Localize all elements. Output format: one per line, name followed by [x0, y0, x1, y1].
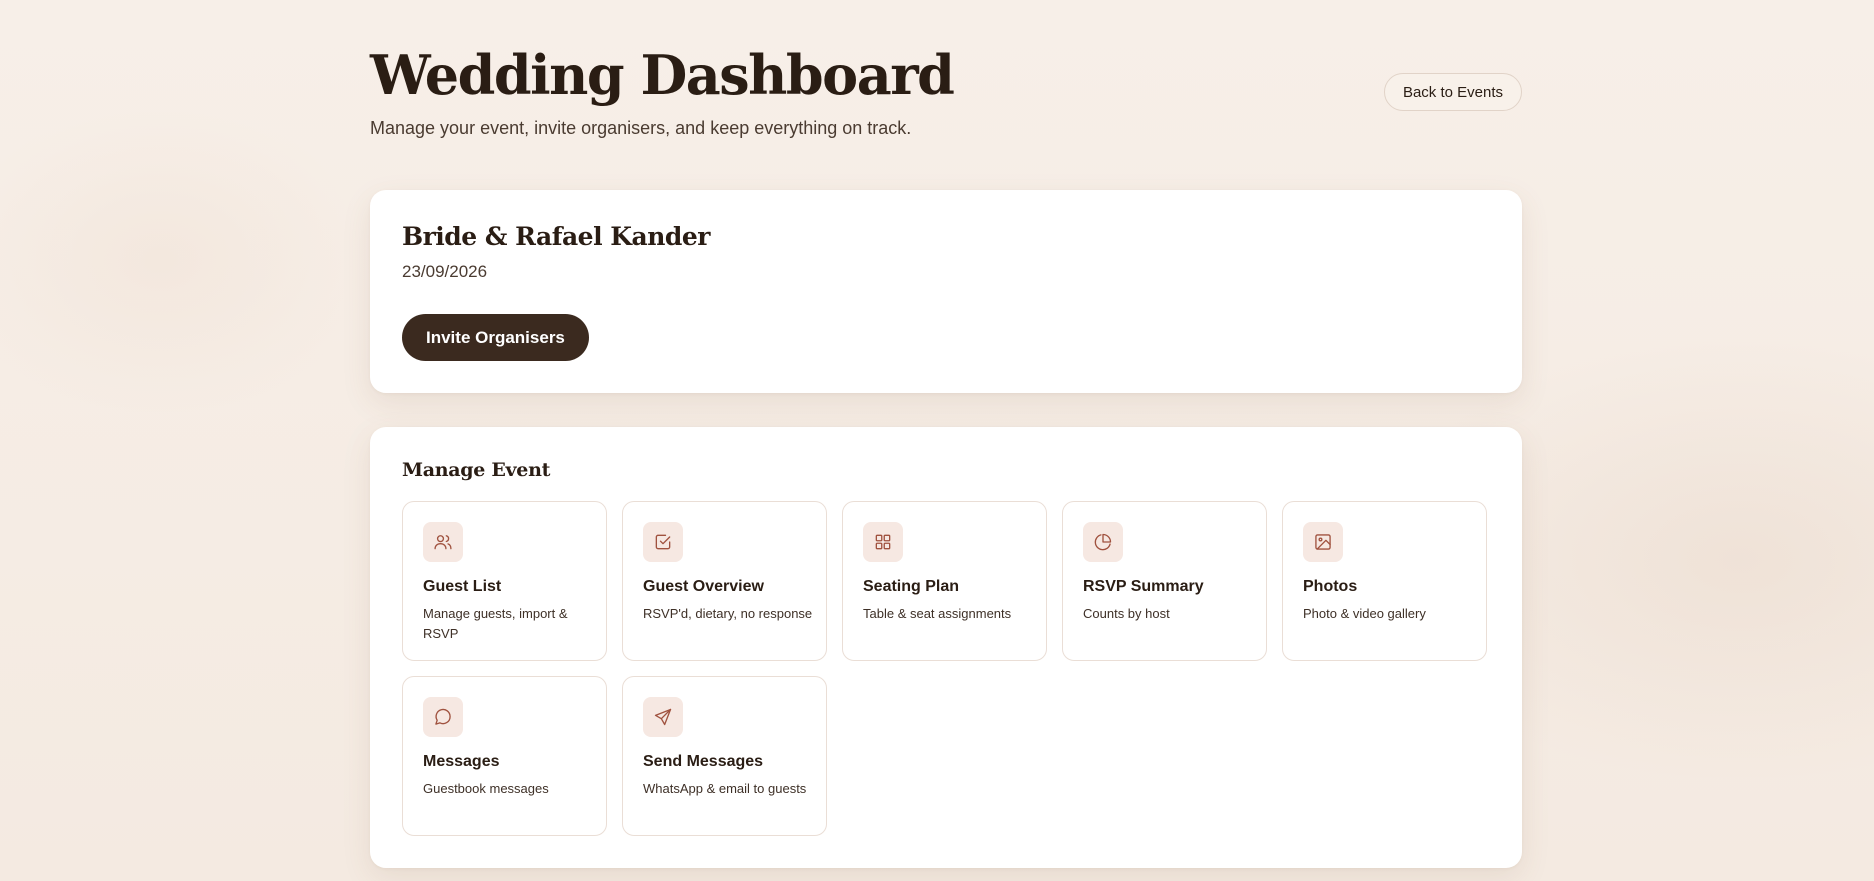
tile-title: Send Messages — [643, 753, 764, 770]
event-name: Bride & Rafael Kander — [402, 222, 710, 251]
dashboard-page: Wedding Dashboard Manage your event, inv… — [370, 0, 1522, 868]
tile-messages[interactable]: Messages Guestbook messages — [402, 676, 607, 836]
users-icon — [423, 522, 463, 562]
manage-event-card: Manage Event Guest List Manage guests, i… — [370, 427, 1522, 868]
tile-seating-plan[interactable]: Seating Plan Table & seat assignments — [842, 501, 1047, 661]
back-to-events-button[interactable]: Back to Events — [1383, 73, 1522, 111]
section-title: Manage Event — [402, 459, 551, 481]
tile-description: RSVP'd, dietary, no response — [643, 606, 813, 621]
image-icon — [1303, 522, 1343, 562]
tile-title: Messages — [423, 753, 500, 770]
send-icon — [643, 697, 683, 737]
tile-photos[interactable]: Photos Photo & video gallery — [1282, 501, 1487, 661]
tile-description: Table & seat assignments — [863, 606, 1012, 621]
pie-chart-icon — [1083, 522, 1123, 562]
tile-rsvp-summary[interactable]: RSVP Summary Counts by host — [1062, 501, 1267, 661]
page-subtitle: Manage your event, invite organisers, an… — [370, 118, 912, 138]
tile-description: Guestbook messages — [423, 781, 549, 796]
tile-guest-list[interactable]: Guest List Manage guests, import & RSVP — [402, 501, 607, 661]
tile-description: Photo & video gallery — [1303, 606, 1426, 621]
tile-guest-overview[interactable]: Guest Overview RSVP'd, dietary, no respo… — [622, 501, 827, 661]
tile-title: Seating Plan — [863, 578, 960, 595]
tile-title: Guest List — [423, 578, 502, 595]
event-date: 23/09/2026 — [402, 262, 488, 281]
event-card: Bride & Rafael Kander 23/09/2026 Invite … — [370, 190, 1522, 393]
page-header: Wedding Dashboard Manage your event, inv… — [370, 0, 1522, 190]
tile-title: Photos — [1303, 578, 1358, 595]
tile-send-messages[interactable]: Send Messages WhatsApp & email to guests — [622, 676, 827, 836]
tile-description: Manage guests, import & RSVP — [423, 606, 568, 641]
check-square-icon — [643, 522, 683, 562]
tile-description: WhatsApp & email to guests — [643, 781, 807, 796]
page-title: Wedding Dashboard — [370, 43, 955, 107]
tile-title: Guest Overview — [643, 578, 764, 595]
tile-title: RSVP Summary — [1083, 578, 1204, 595]
grid-icon — [863, 522, 903, 562]
tile-description: Counts by host — [1083, 606, 1170, 621]
message-circle-icon — [423, 697, 463, 737]
invite-organisers-button[interactable]: Invite Organisers — [402, 314, 589, 361]
